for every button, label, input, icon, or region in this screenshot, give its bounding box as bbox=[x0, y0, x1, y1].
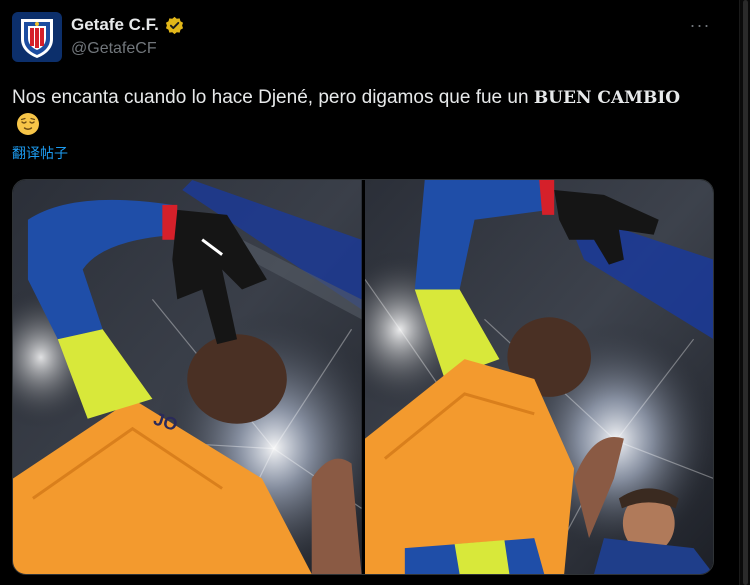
author-name-row[interactable]: Getafe C.F. bbox=[71, 14, 184, 36]
post-text-main: Nos encanta cuando lo hace Djené, pero d… bbox=[12, 87, 534, 108]
translate-post-link[interactable]: 翻译帖子 bbox=[12, 144, 68, 162]
photo-2-image bbox=[364, 180, 713, 574]
scrollbar-thumb[interactable] bbox=[743, 0, 748, 585]
photo-1-image: JO bbox=[13, 180, 362, 574]
relieved-face-emoji-icon bbox=[17, 113, 39, 135]
media-grid: JO bbox=[12, 179, 714, 575]
author-handle[interactable]: @GetafeCF bbox=[71, 39, 157, 59]
goalkeeper-celebration-photo-1[interactable]: JO bbox=[13, 180, 362, 574]
page-scrollbar[interactable] bbox=[739, 0, 750, 585]
display-name[interactable]: Getafe C.F. bbox=[71, 14, 159, 36]
post-text-bold: BUEN CAMBIO bbox=[533, 88, 681, 108]
getafe-crest-icon bbox=[21, 19, 53, 58]
more-options-icon[interactable]: ··· bbox=[688, 13, 712, 37]
avatar[interactable] bbox=[12, 12, 62, 62]
verified-badge-icon bbox=[165, 16, 183, 34]
post-text: Nos encanta cuando lo hace Djené, pero d… bbox=[12, 84, 692, 139]
goalkeeper-celebration-photo-2[interactable] bbox=[364, 180, 713, 574]
